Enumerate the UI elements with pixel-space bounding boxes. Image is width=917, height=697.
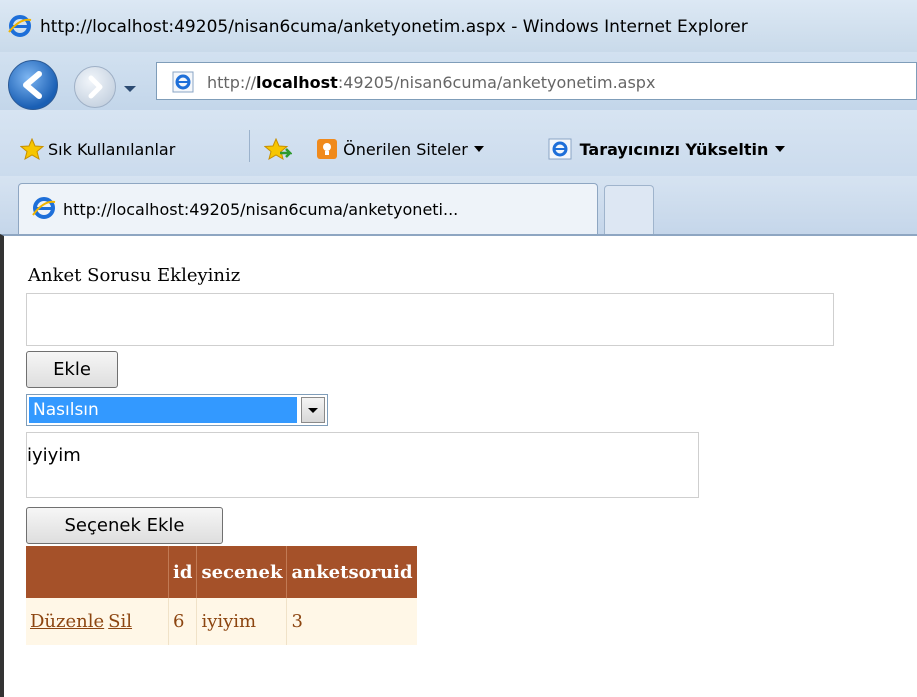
- edit-link[interactable]: Düzenle: [30, 611, 104, 632]
- page-ie-icon: [172, 71, 194, 97]
- chevron-down-icon: [774, 146, 785, 152]
- grid-cell-secenek: iyiyim: [196, 598, 287, 645]
- option-input-value: iyiyim: [27, 445, 81, 466]
- table-row: Düzenle Sil 6 iyiyim 3: [26, 598, 417, 645]
- delete-link[interactable]: Sil: [108, 611, 132, 632]
- grid-header-row: id secenek anketsoruid: [26, 546, 417, 598]
- suggested-sites-label: Önerilen Siteler: [343, 140, 468, 159]
- chevron-down-icon: [473, 146, 484, 152]
- address-bar[interactable]: http://localhost:49205/nisan6cuma/ankety…: [156, 62, 917, 100]
- window-titlebar: http://localhost:49205/nisan6cuma/ankety…: [0, 0, 917, 52]
- grid-cell-actions: Düzenle Sil: [26, 598, 169, 645]
- favorites-label: Sık Kullanılanlar: [48, 140, 176, 159]
- suggested-sites-icon: [317, 139, 337, 159]
- upgrade-browser-button[interactable]: Tarayıcınızı Yükseltin: [548, 138, 786, 160]
- chevron-down-icon: [124, 86, 136, 92]
- add-favorite-button[interactable]: [263, 137, 294, 161]
- grid-header-secenek: secenek: [196, 546, 287, 598]
- tab-active[interactable]: http://localhost:49205/nisan6cuma/ankety…: [18, 183, 598, 234]
- star-icon: [19, 137, 45, 161]
- favorites-button[interactable]: Sık Kullanılanlar: [19, 137, 176, 161]
- chevron-down-icon: [308, 408, 318, 413]
- grid-header-anketsoruid: anketsoruid: [286, 546, 417, 598]
- url-host: localhost: [256, 73, 338, 92]
- window-title: http://localhost:49205/nisan6cuma/ankety…: [40, 17, 748, 37]
- recent-pages-dropdown[interactable]: [123, 79, 137, 98]
- grid-header-id: id: [167, 546, 197, 598]
- tab-ie-icon: [31, 195, 57, 225]
- forward-button[interactable]: [74, 66, 116, 108]
- back-button[interactable]: [8, 60, 58, 110]
- option-input[interactable]: iyiyim: [26, 432, 699, 498]
- tab-title: http://localhost:49205/nisan6cuma/ankety…: [63, 200, 459, 219]
- add-to-favorites-icon: [263, 137, 294, 161]
- ie-page-icon: [548, 138, 572, 160]
- upgrade-browser-label: Tarayıcınızı Yükseltin: [579, 140, 769, 159]
- select-dropdown-button[interactable]: [301, 397, 325, 423]
- url-prefix: http://: [207, 73, 257, 92]
- question-select-value: Nasılsın: [29, 397, 297, 423]
- url-rest: :49205/nisan6cuma/anketyonetim.aspx: [337, 73, 656, 92]
- grid-header-actions: [26, 546, 169, 598]
- favorites-separator: [249, 130, 250, 162]
- new-tab-button[interactable]: [604, 185, 654, 234]
- grid-cell-id: 6: [167, 598, 197, 645]
- suggested-sites-button[interactable]: Önerilen Siteler: [316, 138, 485, 160]
- question-label: Anket Sorusu Ekleyiniz: [28, 265, 241, 286]
- options-grid: id secenek anketsoruid Düzenle Sil 6 iyiy…: [26, 546, 417, 645]
- add-option-button[interactable]: Seçenek Ekle: [26, 507, 223, 544]
- back-arrow-icon: [23, 71, 42, 99]
- add-question-button[interactable]: Ekle: [26, 351, 118, 388]
- ie-logo-icon: [8, 14, 32, 42]
- grid-cell-anketsoruid: 3: [286, 598, 417, 645]
- question-select[interactable]: Nasılsın: [26, 394, 328, 426]
- address-url[interactable]: http://localhost:49205/nisan6cuma/ankety…: [207, 73, 655, 92]
- question-input[interactable]: [26, 293, 834, 346]
- forward-arrow-icon: [88, 75, 103, 99]
